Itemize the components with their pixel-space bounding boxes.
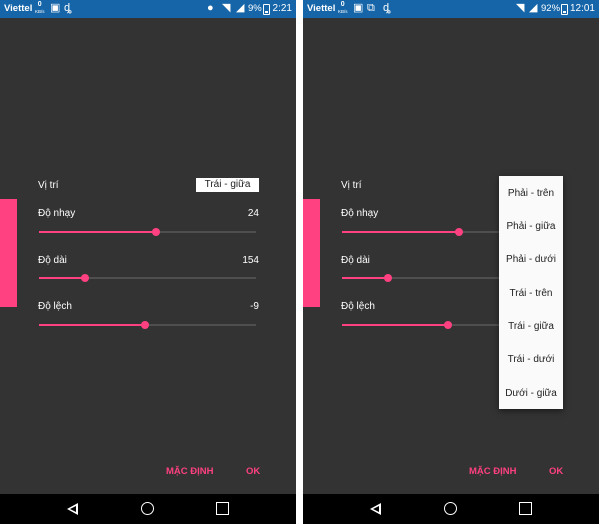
signal-icon: ◢ — [236, 2, 245, 14]
home-icon[interactable] — [444, 502, 457, 515]
carrier-label: Viettel — [307, 3, 336, 14]
back-icon[interactable] — [67, 503, 78, 515]
status-bar: Viettel 0 KB/s ▣ ȡ ● ◥ ◢ 9% 2:21 — [0, 0, 296, 18]
status-bar: Viettel 0 KB/s ▣ ⧉ ȡ ◥ ◢ 92% 12:01 — [303, 0, 599, 18]
offset-slider[interactable] — [39, 321, 256, 329]
offset-label: Độ lệch — [341, 301, 375, 312]
navigation-bar — [303, 494, 599, 524]
ok-button[interactable]: OK — [246, 466, 260, 477]
slider-fill — [39, 231, 157, 233]
app-notification-icon: ȡ — [64, 2, 72, 14]
slider-thumb[interactable] — [455, 228, 464, 236]
sensitivity-slider[interactable] — [39, 228, 256, 236]
recents-icon[interactable] — [519, 502, 532, 515]
length-label: Độ dài — [341, 255, 370, 266]
position-dropdown-menu: Phải - trên Phải - giữa Phải - dưới Trái… — [499, 176, 563, 409]
slider-thumb[interactable] — [152, 228, 161, 236]
sensitivity-value: 24 — [247, 208, 259, 219]
dropdown-option[interactable]: Trái - giữa — [499, 321, 563, 332]
sensitivity-label: Độ nhạy — [38, 208, 76, 219]
default-button[interactable]: MẶC ĐỊNH — [469, 466, 517, 477]
slider-fill — [39, 324, 146, 326]
dual-sim-icon: ⧉ — [367, 2, 375, 14]
ok-button[interactable]: OK — [549, 466, 563, 477]
image-icon: ▣ — [353, 2, 364, 14]
length-slider[interactable] — [39, 274, 256, 282]
position-select[interactable]: Trái - giữa — [196, 178, 259, 192]
position-label: Vị trí — [38, 180, 59, 191]
dropdown-option[interactable]: Trái - trên — [499, 288, 563, 299]
dropdown-option[interactable]: Trái - dưới — [499, 354, 563, 365]
phone-screen-right: Viettel 0 KB/s ▣ ⧉ ȡ ◥ ◢ 92% 12:01 Vị tr… — [303, 0, 599, 524]
position-label: Vị trí — [341, 180, 362, 191]
battery-percent: 92% — [541, 3, 561, 14]
battery-icon — [263, 4, 270, 15]
slider-fill — [342, 324, 449, 326]
dropdown-option[interactable]: Phải - giữa — [499, 221, 563, 232]
phone-screen-left: Viettel 0 KB/s ▣ ȡ ● ◥ ◢ 9% 2:21 Vị trí … — [0, 0, 296, 524]
network-speed-unit: KB/s — [338, 9, 348, 14]
edge-handle[interactable] — [0, 199, 17, 307]
wifi-icon: ◥ — [516, 2, 525, 14]
edge-handle[interactable] — [303, 199, 320, 307]
network-speed-unit: KB/s — [35, 9, 45, 14]
wifi-icon: ◥ — [222, 2, 231, 14]
slider-thumb[interactable] — [80, 274, 89, 282]
navigation-bar — [0, 494, 296, 524]
home-icon[interactable] — [141, 502, 154, 515]
sensitivity-label: Độ nhạy — [341, 208, 379, 219]
clock: 12:01 — [569, 3, 595, 14]
dropdown-option[interactable]: Phải - trên — [499, 188, 563, 199]
network-speed-value: 0 — [37, 1, 42, 8]
slider-thumb[interactable] — [444, 321, 453, 329]
dropdown-option[interactable]: Dưới - giữa — [499, 388, 563, 399]
default-button[interactable]: MẶC ĐỊNH — [166, 466, 214, 477]
slider-thumb[interactable] — [141, 321, 150, 329]
offset-label: Độ lệch — [38, 301, 72, 312]
back-icon[interactable] — [370, 503, 381, 515]
signal-icon: ◢ — [529, 2, 538, 14]
offset-value: -9 — [250, 301, 259, 312]
network-speed-value: 0 — [340, 1, 345, 8]
network-speed: 0 KB/s — [338, 1, 348, 15]
image-icon: ▣ — [50, 2, 61, 14]
carrier-label: Viettel — [4, 3, 33, 14]
recents-icon[interactable] — [216, 502, 229, 515]
network-speed: 0 KB/s — [35, 1, 45, 15]
clock: 2:21 — [272, 3, 292, 14]
dropdown-option[interactable]: Phải - dưới — [499, 254, 563, 265]
slider-fill — [39, 277, 85, 279]
length-label: Độ dài — [38, 255, 67, 266]
app-notification-icon: ȡ — [383, 2, 391, 14]
slider-fill — [342, 277, 388, 279]
slider-thumb[interactable] — [383, 274, 392, 282]
slider-fill — [342, 231, 460, 233]
location-icon: ● — [207, 2, 214, 14]
battery-percent: 9% — [248, 3, 262, 14]
length-value: 154 — [242, 255, 259, 266]
battery-icon — [561, 4, 568, 15]
